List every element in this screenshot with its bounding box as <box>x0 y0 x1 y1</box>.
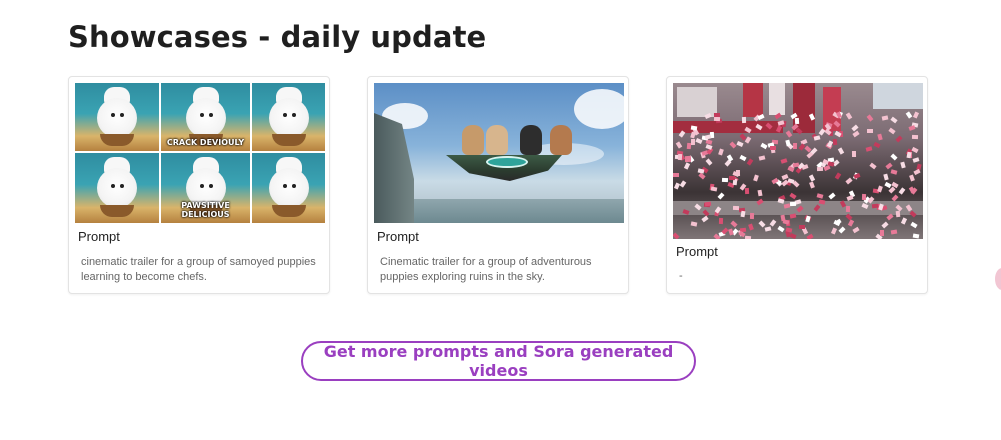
prompt-label: Prompt <box>676 244 718 259</box>
video-caption: CRACK DEVIOULY <box>166 138 245 147</box>
video-thumbnail[interactable] <box>673 83 923 239</box>
prompt-label: Prompt <box>78 229 120 244</box>
video-thumbnail[interactable]: CRACK DEVIOULY PAWSITIVE DELICIOUS <box>75 83 325 223</box>
more-prompts-button[interactable]: Get more prompts and Sora generated vide… <box>301 341 696 381</box>
prompt-text: Cinematic trailer for a group of adventu… <box>380 256 592 283</box>
video-caption: PAWSITIVE DELICIOUS <box>181 201 230 219</box>
page-title: Showcases - daily update <box>68 20 487 54</box>
showcase-card[interactable]: CRACK DEVIOULY PAWSITIVE DELICIOUS Promp… <box>68 76 330 294</box>
prompt-text: - <box>679 270 683 282</box>
chat-bubble-icon[interactable] <box>995 268 1001 290</box>
prompt-label: Prompt <box>377 229 419 244</box>
video-thumbnail[interactable] <box>374 83 624 223</box>
showcase-card[interactable]: Prompt - <box>666 76 928 294</box>
showcase-card[interactable]: Prompt Cinematic trailer for a group of … <box>367 76 629 294</box>
prompt-text: cinematic trailer for a group of samoyed… <box>81 256 316 283</box>
